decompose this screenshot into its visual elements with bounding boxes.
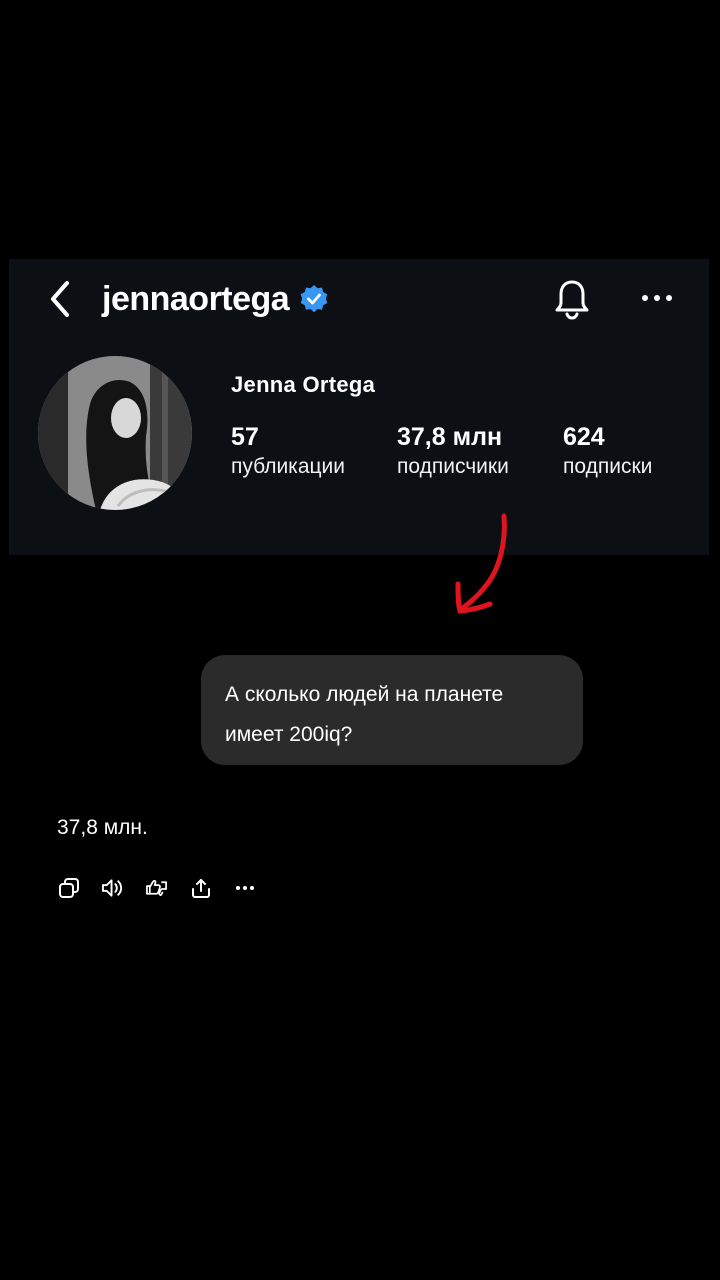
username-row: jennaortega [102,279,329,319]
username: jennaortega [102,280,290,318]
followers-label: подписчики [397,455,509,478]
stat-posts[interactable]: 57 публикации [231,422,345,482]
following-count: 624 [563,423,605,451]
stat-followers[interactable]: 37,8 млн подписчики [397,422,509,482]
speaker-icon [101,879,123,897]
user-message-bubble: А сколько людей на планете имеет 200iq? [201,655,583,765]
followers-count: 37,8 млн [397,423,503,451]
red-arrow-annotation [455,513,507,614]
chevron-left-icon [51,281,69,317]
read-aloud-button[interactable] [101,875,124,901]
back-button[interactable] [43,279,77,319]
more-horizontal-icon [235,886,254,890]
avatar[interactable] [38,356,192,510]
copy-icon [58,878,79,898]
bell-icon [555,280,589,320]
notifications-button[interactable] [549,277,595,323]
message-actions [57,875,256,901]
feedback-button[interactable] [145,875,168,901]
more-horizontal-icon [642,295,672,301]
assistant-answer: 37,8 млн. [57,816,148,839]
thumbs-feedback-icon [146,879,167,896]
profile-photo [38,356,192,510]
following-label: подписки [563,455,653,478]
stat-following[interactable]: 624 подписки [563,422,652,482]
posts-label: публикации [231,455,345,478]
share-button[interactable] [189,875,212,901]
profile-header: jennaortega [9,259,709,339]
posts-count: 57 [231,423,259,451]
message-more-button[interactable] [233,875,256,901]
copy-button[interactable] [57,875,80,901]
share-icon [191,879,210,898]
verified-badge-icon [300,285,328,313]
more-options-button[interactable] [637,283,677,313]
profile-card: jennaortega Jenna Ortega 57 публикации 3… [9,259,709,555]
display-name: Jenna Ortega [231,372,376,397]
